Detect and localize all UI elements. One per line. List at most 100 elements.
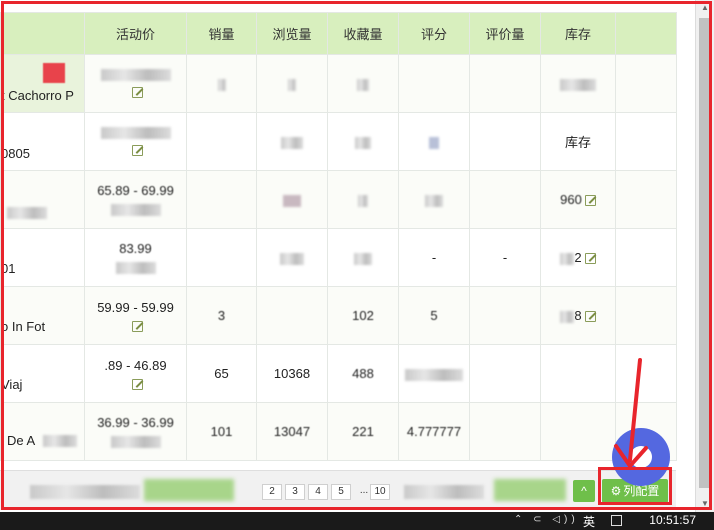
favorites-cell: 102	[327, 286, 399, 345]
table-viewport: 活动价 销量 浏览量 收藏量 评分 评价量 库存 t Cachorro P 08…	[0, 0, 714, 512]
column-header-stock[interactable]: 库存	[540, 12, 616, 55]
page-button[interactable]: 10	[370, 484, 390, 500]
stock-cell[interactable]: 库存	[540, 112, 616, 171]
views-cell	[256, 286, 328, 345]
product-thumbnail	[43, 63, 65, 83]
column-header-views[interactable]: 浏览量	[256, 12, 328, 55]
column-header-name[interactable]	[0, 12, 85, 55]
reviews-cell	[469, 344, 541, 403]
column-header-sales[interactable]: 销量	[186, 12, 257, 55]
price-cell[interactable]: .89 - 46.89	[84, 344, 187, 403]
product-name-cell[interactable]: o In Fot	[0, 286, 85, 345]
vertical-scrollbar[interactable]: ▲ ▼	[695, 0, 714, 512]
product-name-cell[interactable]	[0, 170, 85, 229]
edit-icon[interactable]	[131, 87, 143, 98]
chat-float-button[interactable]	[612, 428, 670, 486]
page-button[interactable]: 3	[285, 484, 305, 500]
views-cell	[256, 170, 328, 229]
favorites-cell	[327, 54, 399, 113]
extra-cell	[615, 112, 677, 171]
price-value: .89 - 46.89	[104, 357, 167, 373]
page-button[interactable]: 4	[308, 484, 328, 500]
column-header-rating[interactable]: 评分	[398, 12, 470, 55]
redacted-value	[357, 78, 369, 91]
edit-icon[interactable]	[584, 253, 596, 265]
favorites-value: 488	[352, 366, 374, 381]
stock-cell[interactable]	[540, 402, 616, 461]
redacted-button[interactable]	[494, 479, 566, 501]
product-name-cell[interactable]: 0805	[0, 112, 85, 171]
rating-cell	[398, 54, 470, 113]
redacted-button[interactable]	[144, 479, 234, 501]
price-value: 65.89 - 69.99	[97, 183, 174, 198]
redacted-value	[283, 194, 301, 207]
stock-cell[interactable]: 8	[540, 286, 616, 345]
table-row[interactable]: 01 83.99 - - 2	[0, 228, 677, 287]
price-cell[interactable]: 65.89 - 69.99	[84, 170, 187, 229]
product-name-cell[interactable]: Viaj	[0, 344, 85, 403]
column-header-review-count[interactable]: 评价量	[469, 12, 541, 55]
edit-icon[interactable]	[131, 320, 143, 332]
stock-cell[interactable]: 2	[540, 228, 616, 287]
price-cell[interactable]	[84, 112, 187, 171]
column-header-favorites[interactable]: 收藏量	[327, 12, 399, 55]
price-cell[interactable]: 59.99 - 59.99	[84, 286, 187, 345]
reviews-cell	[469, 54, 541, 113]
table-row[interactable]: 65.89 - 69.99 960	[0, 170, 677, 229]
redacted-value	[115, 262, 156, 274]
scroll-top-button[interactable]: ^	[573, 480, 595, 502]
price-cell[interactable]: 83.99	[84, 228, 187, 287]
keyboard-icon[interactable]	[611, 515, 622, 526]
rating-cell	[398, 170, 470, 229]
favorites-cell	[327, 112, 399, 171]
reviews-cell	[469, 286, 541, 345]
product-name-cell[interactable]: t Cachorro P	[0, 54, 85, 113]
stock-cell[interactable]	[540, 344, 616, 403]
product-name: Viaj	[1, 377, 23, 392]
redacted-value	[354, 252, 372, 265]
system-clock[interactable]: 10:51:57	[649, 513, 696, 527]
product-name-cell[interactable]: De A	[0, 402, 85, 461]
edit-icon[interactable]	[584, 195, 596, 207]
stock-value: 库存	[564, 135, 591, 150]
extra-cell	[615, 344, 677, 403]
page-button[interactable]: 2	[262, 484, 282, 500]
tray-icons[interactable]: ⌃ ⊂ ◁))	[514, 514, 579, 525]
price-cell[interactable]: 36.99 - 36.99	[84, 402, 187, 461]
scroll-up-arrow-icon[interactable]: ▲	[696, 0, 714, 16]
views-cell	[256, 228, 328, 287]
favorites-cell	[327, 228, 399, 287]
redacted-value	[100, 127, 171, 139]
stock-cell[interactable]	[540, 54, 616, 113]
stock-cell[interactable]: 960	[540, 170, 616, 229]
reviews-cell: -	[469, 228, 541, 287]
redacted-value	[358, 194, 368, 207]
redacted-value	[425, 194, 443, 207]
table-row[interactable]: o In Fot 59.99 - 59.99 3 102 5 8	[0, 286, 677, 345]
favorites-value: 102	[352, 308, 374, 323]
table-row[interactable]: t Cachorro P	[0, 54, 677, 113]
column-header-activity-price[interactable]: 活动价	[84, 12, 187, 55]
price-value: 36.99 - 36.99	[97, 415, 174, 430]
rating-value: -	[431, 250, 437, 265]
table-row[interactable]: Viaj .89 - 46.89 65 10368 488	[0, 344, 677, 403]
edit-icon[interactable]	[584, 311, 596, 323]
favorites-cell	[327, 170, 399, 229]
redacted-value	[110, 436, 161, 448]
product-name: 01	[1, 261, 16, 276]
scroll-down-arrow-icon[interactable]: ▼	[696, 496, 714, 512]
favorites-cell: 221	[327, 402, 399, 461]
edit-icon[interactable]	[131, 378, 143, 390]
ime-indicator[interactable]: 英	[583, 513, 595, 530]
table-row[interactable]: De A 36.99 - 36.99 101 13047 221 4.77777…	[0, 402, 677, 461]
redacted-value	[405, 368, 463, 381]
views-cell	[256, 112, 328, 171]
product-name-cell[interactable]: 01	[0, 228, 85, 287]
page-button[interactable]: 5	[331, 484, 351, 500]
edit-icon[interactable]	[131, 145, 143, 156]
table-row[interactable]: 0805 库存	[0, 112, 677, 171]
extra-cell	[615, 170, 677, 229]
reviews-cell	[469, 112, 541, 171]
scrollbar-thumb[interactable]	[699, 18, 711, 488]
price-cell[interactable]	[84, 54, 187, 113]
